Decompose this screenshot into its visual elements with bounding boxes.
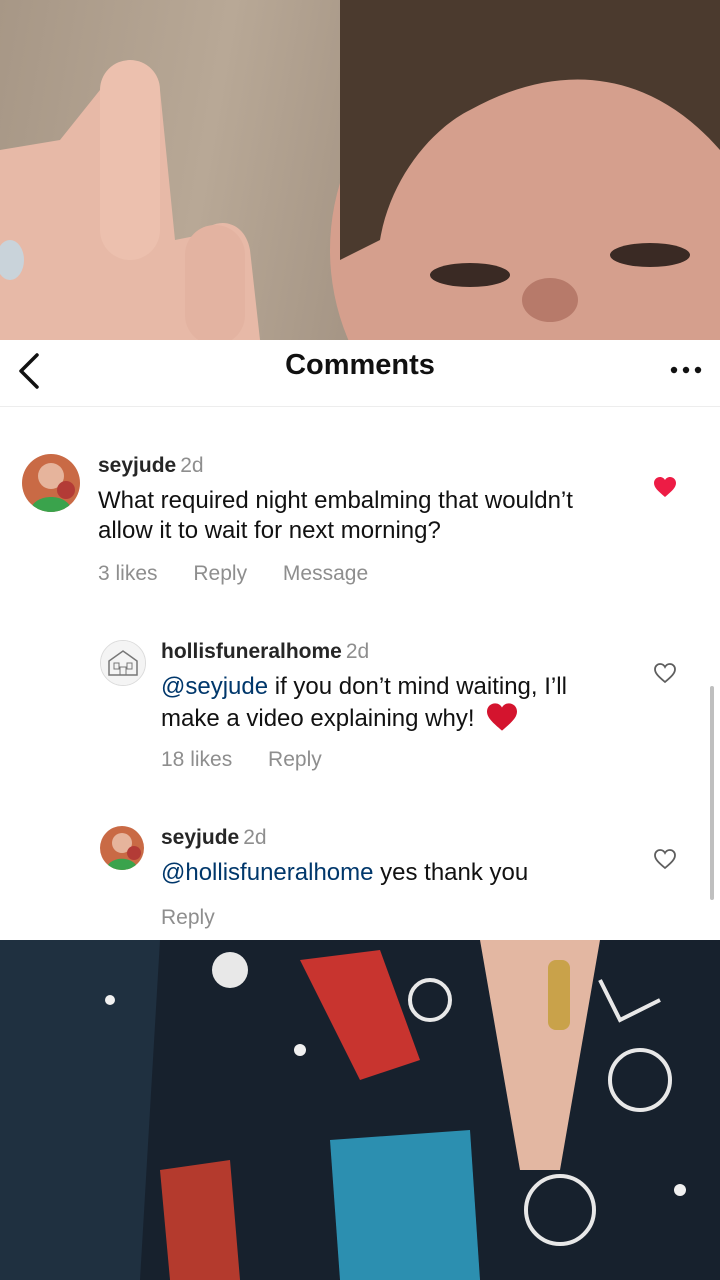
comment-text: @seyjude if you don’t mind waiting, I’ll… — [161, 672, 631, 734]
like-button[interactable] — [650, 472, 680, 502]
comment-meta: seyjude 2d — [161, 826, 267, 850]
reply-button[interactable]: Reply — [268, 748, 322, 771]
more-icon — [670, 366, 702, 374]
mention-link[interactable]: @hollisfuneralhome — [161, 859, 373, 886]
page-title: Comments — [285, 349, 435, 381]
comment-text: What required night embalming that would… — [98, 487, 573, 544]
heart-outline-icon — [654, 663, 676, 684]
likes-count[interactable]: 18 likes — [161, 748, 232, 771]
video-frame-top — [0, 0, 720, 340]
comment-text: @hollisfuneralhome yes thank you — [161, 858, 631, 888]
avatar[interactable] — [100, 640, 146, 686]
comment-actions: Reply — [161, 906, 245, 930]
comment-username[interactable]: hollisfuneralhome — [161, 640, 342, 663]
comments-panel: Comments seyjude 2d What required night e… — [0, 340, 720, 940]
reply-button[interactable]: Reply — [161, 906, 215, 929]
comments-header: Comments — [0, 340, 720, 407]
comment-time: 2d — [243, 826, 267, 849]
like-button[interactable] — [650, 658, 680, 688]
avatar[interactable] — [22, 454, 80, 512]
video-still-face — [0, 0, 720, 340]
avatar-image — [22, 454, 80, 512]
video-still-robe — [0, 940, 720, 1280]
comment-username[interactable]: seyjude — [161, 826, 239, 849]
avatar-image — [101, 641, 145, 685]
message-button[interactable]: Message — [283, 562, 368, 585]
reply-button[interactable]: Reply — [193, 562, 247, 585]
comment-time: 2d — [180, 454, 204, 477]
comment-username[interactable]: seyjude — [98, 454, 176, 477]
comment-meta: hollisfuneralhome 2d — [161, 640, 369, 664]
likes-count[interactable]: 3 likes — [98, 562, 158, 585]
more-options-button[interactable] — [666, 352, 706, 388]
avatar[interactable] — [100, 826, 144, 870]
video-frame-bottom — [0, 940, 720, 1280]
red-heart-emoji-icon — [487, 703, 518, 731]
like-button[interactable] — [650, 844, 680, 874]
heart-outline-icon — [654, 849, 676, 870]
comment-meta: seyjude 2d — [98, 454, 204, 478]
heart-filled-icon — [654, 477, 676, 497]
comment-actions: 18 likes Reply — [161, 748, 352, 772]
avatar-image — [100, 826, 144, 870]
scrollbar[interactable] — [710, 686, 714, 900]
comment-body: yes thank you — [373, 859, 529, 886]
mention-link[interactable]: @seyjude — [161, 673, 268, 700]
comment-actions: 3 likes Reply Message — [98, 562, 398, 586]
comment-time: 2d — [345, 640, 370, 663]
